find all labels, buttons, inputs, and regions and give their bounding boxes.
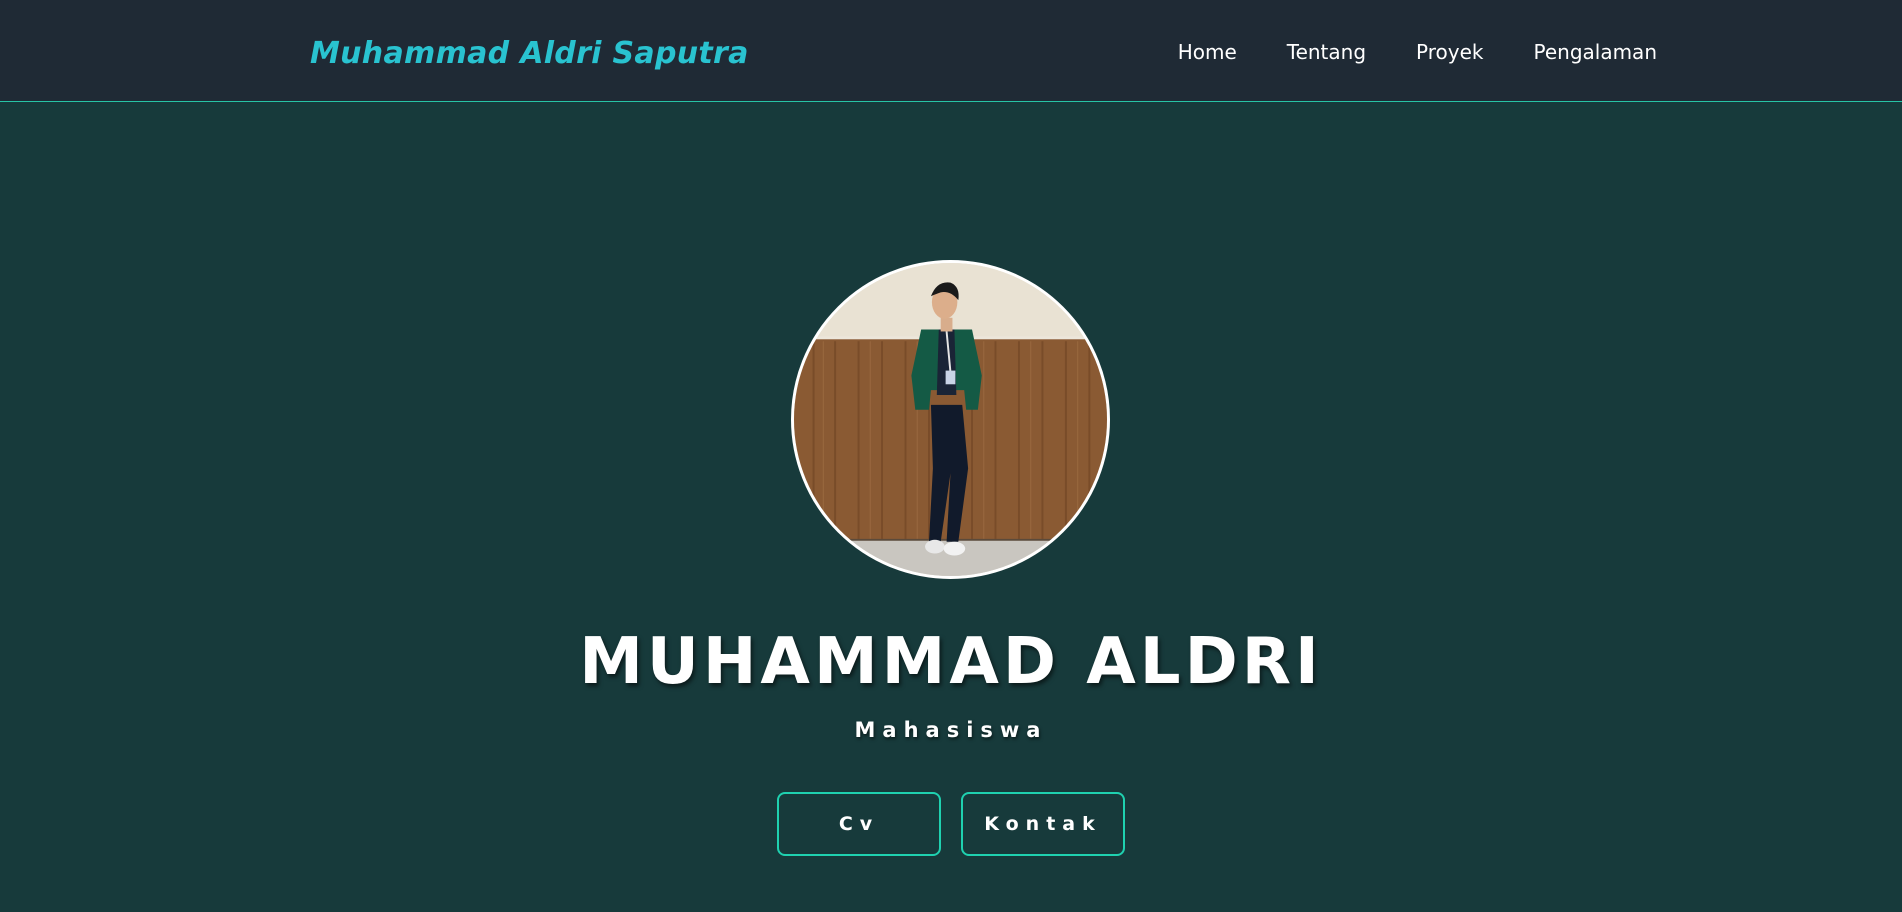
nav-link-proyek[interactable]: Proyek <box>1416 40 1483 64</box>
navbar: Muhammad Aldri Saputra Home Tentang Proy… <box>0 0 1902 102</box>
cv-button[interactable]: Cv <box>777 792 941 856</box>
brand-logo[interactable]: Muhammad Aldri Saputra <box>310 36 749 71</box>
nav-link-tentang[interactable]: Tentang <box>1287 40 1366 64</box>
profile-photo-icon <box>794 263 1107 576</box>
profile-avatar <box>791 260 1110 579</box>
hero-title: MUHAMMAD ALDRI <box>579 625 1323 699</box>
nav-link-pengalaman[interactable]: Pengalaman <box>1533 40 1657 64</box>
hero-buttons: Cv Kontak <box>0 792 1902 856</box>
nav-link-home[interactable]: Home <box>1178 40 1237 64</box>
nav-menu: Home Tentang Proyek Pengalaman <box>1178 40 1657 64</box>
contact-button[interactable]: Kontak <box>961 792 1125 856</box>
hero-subtitle: Mahasiswa <box>854 718 1048 742</box>
